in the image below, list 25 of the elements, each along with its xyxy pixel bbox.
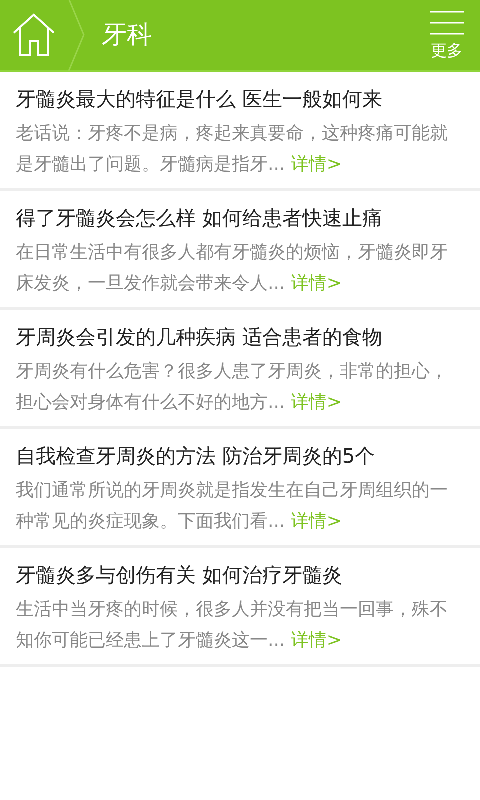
article-summary: 老话说：牙疼不是病，疼起来真要命，这种疼痛可能就是牙髓出了问题。牙髓病是指牙... 详情> xyxy=(16,122,449,177)
details-link[interactable]: 详情> xyxy=(290,392,342,413)
article-title: 牙髓炎最大的特征是什么 医生一般如何来 xyxy=(16,86,384,113)
home-icon xyxy=(12,13,56,57)
article-card[interactable]: 牙髓炎多与创伤有关 如何治疗牙髓炎 生活中当牙疼的时候，很多人并没有把当一回事，殊不知你可能已经患上了牙髓炎这一... 详情> xyxy=(0,548,480,667)
article-summary: 我们通常所说的牙周炎就是指发生在自己牙周组织的一种常见的炎症现象。下面我们看... 详情> xyxy=(16,479,449,534)
article-card[interactable]: 牙周炎会引发的几种疾病 适合患者的食物 牙周炎有什么危害？很多人患了牙周炎，非常的担心，担心会对身体有什么不好的地方... 详情> xyxy=(0,310,480,429)
article-title: 得了牙髓炎会怎么样 如何给患者快速止痛 xyxy=(16,205,384,232)
article-summary: 生活中当牙疼的时候，很多人并没有把当一回事，殊不知你可能已经患上了牙髓炎这一... 详情> xyxy=(16,598,449,653)
article-title: 牙髓炎多与创伤有关 如何治疗牙髓炎 xyxy=(16,562,344,589)
menu-icon xyxy=(430,11,464,35)
details-link[interactable]: 详情> xyxy=(290,511,342,532)
article-title: 牙周炎会引发的几种疾病 适合患者的食物 xyxy=(16,324,384,351)
more-button[interactable]: 更多 xyxy=(430,11,464,59)
article-card[interactable]: 牙髓炎最大的特征是什么 医生一般如何来 老话说：牙疼不是病，疼起来真要命，这种疼痛可能就是牙髓出了问题。牙髓病是指牙... 详情> xyxy=(0,72,480,191)
details-link[interactable]: 详情> xyxy=(290,154,342,175)
details-link[interactable]: 详情> xyxy=(290,273,342,294)
article-title: 自我检查牙周炎的方法 防治牙周炎的5个 xyxy=(16,443,376,470)
article-card[interactable]: 自我检查牙周炎的方法 防治牙周炎的5个 我们通常所说的牙周炎就是指发生在自己牙周组织的一种常见的炎症现象。下面我们看... 详情> xyxy=(0,429,480,548)
article-summary: 在日常生活中有很多人都有牙髓炎的烦恼，牙髓炎即牙床发炎，一旦发作就会带来令人... 详情> xyxy=(16,241,449,296)
page-title: 牙科 xyxy=(102,19,152,52)
article-summary: 牙周炎有什么危害？很多人患了牙周炎，非常的担心，担心会对身体有什么不好的地方... 详情> xyxy=(16,360,449,415)
breadcrumb-divider-icon xyxy=(68,0,86,71)
details-link[interactable]: 详情> xyxy=(290,630,342,651)
article-card[interactable]: 得了牙髓炎会怎么样 如何给患者快速止痛 在日常生活中有很多人都有牙髓炎的烦恼，牙髓炎即牙床发炎，一旦发作就会带来令人... 详情> xyxy=(0,191,480,310)
